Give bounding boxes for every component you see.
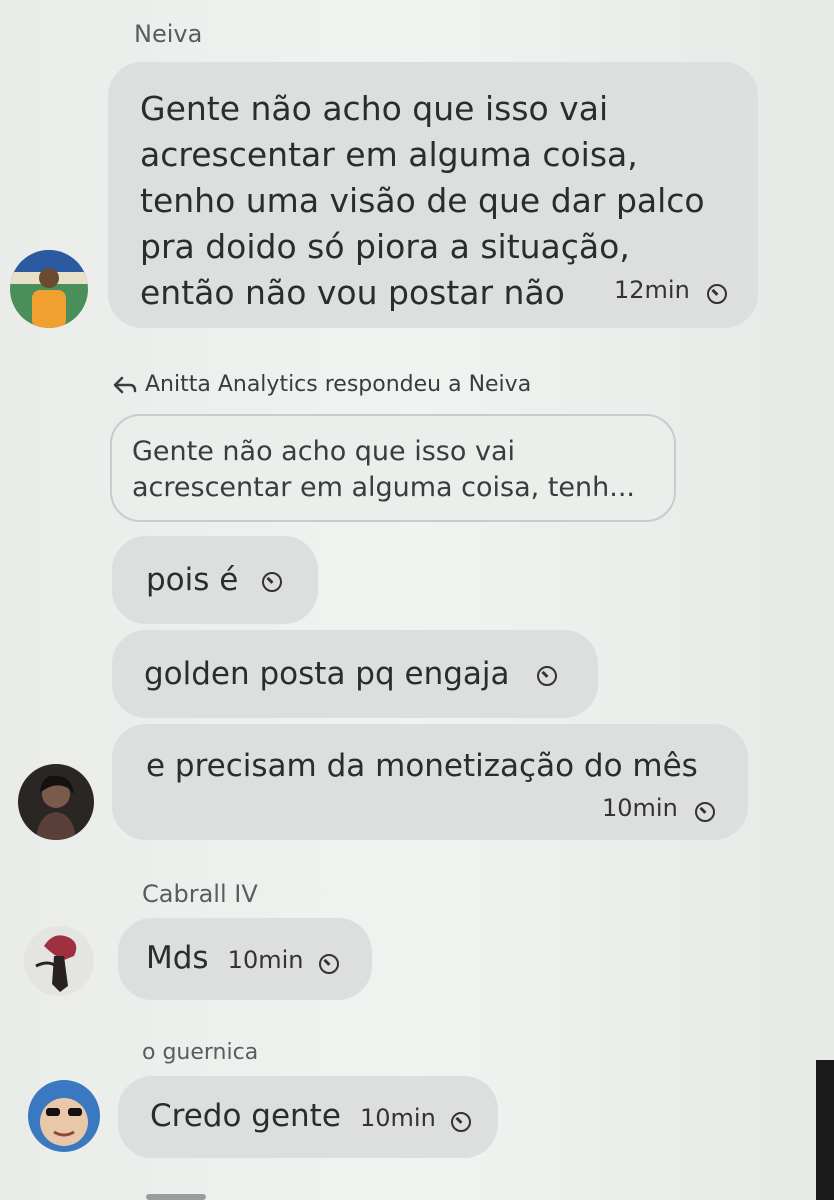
- avatar[interactable]: [24, 926, 94, 996]
- message-text: pois é: [146, 562, 239, 598]
- message-line: acrescentar em alguma coisa,: [140, 135, 638, 174]
- screen-edge: [816, 1060, 834, 1200]
- cut-off-sender-name: [146, 1186, 206, 1200]
- message-time: 10min: [227, 946, 304, 974]
- sender-name: Cabrall IV: [142, 880, 258, 908]
- clock-icon: [706, 283, 727, 304]
- message-bubble[interactable]: Credo gente 10min: [118, 1076, 498, 1158]
- message-time: 10min: [360, 1104, 436, 1132]
- avatar[interactable]: [28, 1080, 100, 1152]
- message-meta: 12min: [614, 276, 727, 304]
- avatar[interactable]: [18, 764, 94, 840]
- message-bubble[interactable]: Mds 10min: [118, 918, 372, 1000]
- sender-name: Neiva: [134, 20, 203, 48]
- quote-line: acrescentar em alguma coisa, tenh...: [132, 472, 635, 503]
- clock-icon: [694, 801, 715, 822]
- clock-icon: [318, 953, 339, 974]
- message-meta: 10min: [602, 794, 715, 822]
- quote-line: Gente não acho que isso vai: [132, 436, 515, 467]
- quoted-message[interactable]: Gente não acho que isso vai acrescentar …: [110, 414, 676, 522]
- message-time: 10min: [602, 794, 678, 822]
- clock-icon: [450, 1111, 471, 1132]
- message-bubble[interactable]: golden posta pq engaja: [112, 630, 598, 718]
- message-bubble[interactable]: pois é: [112, 536, 318, 624]
- clock-icon: [537, 665, 558, 686]
- message-bubble[interactable]: Gente não acho que isso vai acrescentar …: [108, 62, 758, 328]
- message-text: golden posta pq engaja: [144, 656, 510, 692]
- reply-arrow-icon: [113, 376, 137, 394]
- message-line: tenho uma visão de que dar palco: [140, 181, 705, 220]
- message-text: e precisam da monetização do mês: [146, 748, 698, 784]
- reply-header: Anitta Analytics respondeu a Neiva: [112, 372, 531, 397]
- sender-name: o guernica: [142, 1040, 259, 1065]
- message-text: Credo gente: [150, 1098, 341, 1134]
- message-time: 12min: [614, 276, 690, 304]
- avatar[interactable]: [10, 250, 88, 328]
- message-bubble[interactable]: e precisam da monetização do mês 10min: [112, 724, 748, 840]
- message-text: Mds: [146, 940, 209, 976]
- message-line: pra doido só piora a situação,: [140, 227, 630, 266]
- clock-icon: [262, 571, 283, 592]
- reply-header-text: Anitta Analytics respondeu a Neiva: [145, 372, 532, 397]
- message-line: Gente não acho que isso vai: [140, 89, 609, 128]
